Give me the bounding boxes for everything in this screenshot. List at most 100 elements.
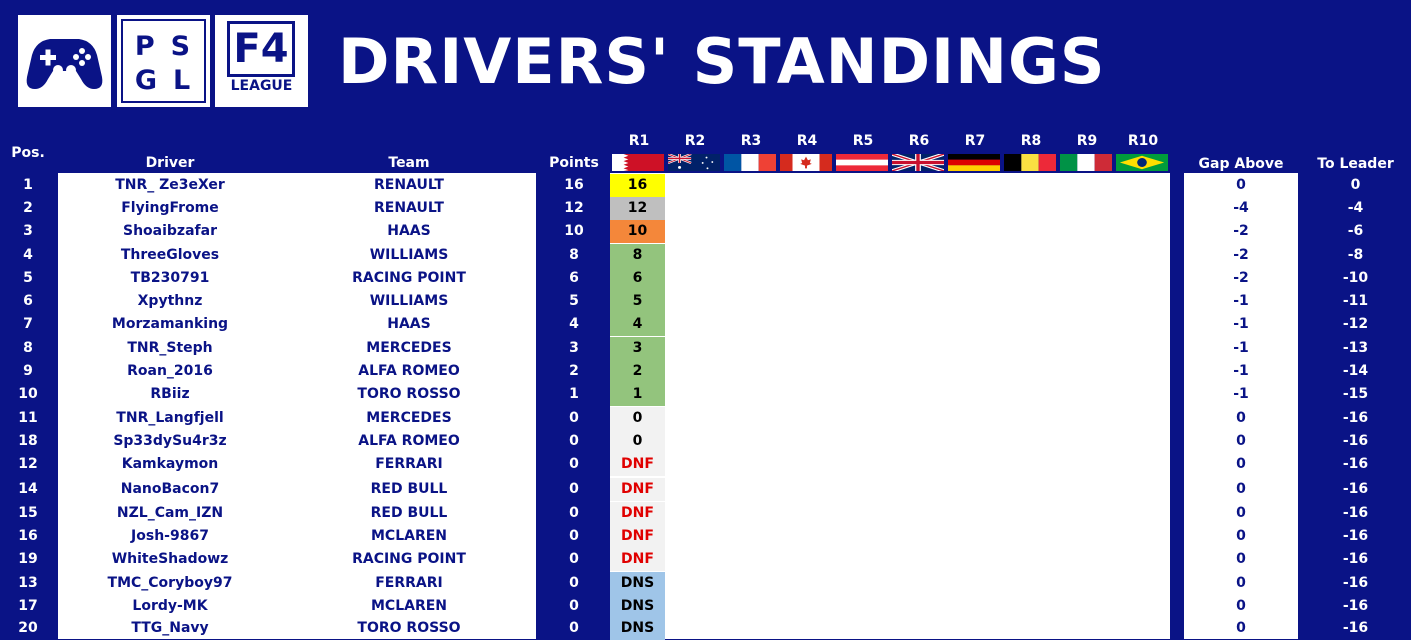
- row-team: RED BULL: [370, 505, 448, 521]
- row-points: 0: [569, 456, 579, 472]
- row-r1-result: DNF: [610, 502, 665, 525]
- row-r1-result: 6: [610, 267, 665, 290]
- germany-flag-icon: [947, 153, 1001, 172]
- row-team: ALFA ROMEO: [358, 433, 460, 449]
- row-points: 3: [569, 340, 579, 356]
- row-points: 16: [564, 177, 584, 193]
- row-gap-above: -1: [1233, 293, 1249, 309]
- psgl-logo: PS GL: [117, 15, 210, 107]
- row-gap-above: 0: [1236, 456, 1246, 472]
- row-driver: WhiteShadowz: [111, 551, 229, 567]
- psgl-logo-line2: GL: [134, 65, 207, 96]
- col-header-to-leader: To Leader: [1317, 156, 1394, 172]
- row-points: 12: [564, 200, 584, 216]
- row-position: 4: [23, 247, 33, 263]
- row-driver: Xpythnz: [137, 293, 203, 309]
- row-driver: TNR_ Ze3eXer: [115, 177, 225, 193]
- row-points: 0: [569, 410, 579, 426]
- row-to-leader: -16: [1342, 410, 1369, 426]
- round-label: R3: [740, 133, 762, 149]
- row-points: 4: [569, 316, 579, 332]
- row-driver: TMC_Coryboy97: [107, 575, 233, 591]
- round-label: R4: [796, 133, 818, 149]
- row-to-leader: -13: [1342, 340, 1369, 356]
- row-r1-result: DNF: [610, 548, 665, 571]
- row-r1-result: 0: [610, 430, 665, 453]
- row-team: FERRARI: [375, 456, 443, 472]
- row-driver: TNR_Langfjell: [116, 410, 224, 426]
- row-driver: Lordy-MK: [132, 598, 208, 614]
- row-position: 16: [18, 528, 38, 544]
- f4-logo-subtext: LEAGUE: [230, 78, 293, 94]
- row-team: RACING POINT: [352, 551, 466, 567]
- col-header-gap-above: Gap Above: [1198, 156, 1284, 172]
- row-gap-above: 0: [1236, 505, 1246, 521]
- row-r1-result: DNS: [610, 617, 665, 640]
- row-team: HAAS: [387, 223, 431, 239]
- france-flag-icon: [723, 153, 777, 172]
- round-label: R1: [628, 133, 650, 149]
- row-position: 3: [23, 223, 33, 239]
- row-position: 9: [23, 363, 33, 379]
- round-label: R7: [964, 133, 986, 149]
- bahrain-flag-icon: [611, 153, 665, 172]
- great-britain-flag-icon: [891, 153, 945, 172]
- f4-league-logo: F4 LEAGUE: [215, 15, 308, 107]
- row-r1-result: DNF: [610, 478, 665, 501]
- round-label: R10: [1127, 133, 1159, 149]
- row-to-leader: -16: [1342, 575, 1369, 591]
- row-points: 2: [569, 363, 579, 379]
- row-driver: Sp33dySu4r3z: [113, 433, 227, 449]
- row-to-leader: -8: [1347, 247, 1364, 263]
- row-team: HAAS: [387, 316, 431, 332]
- canada-flag-icon: [779, 153, 833, 172]
- austria-flag-icon: [835, 153, 889, 172]
- row-team: RED BULL: [370, 481, 448, 497]
- belgium-flag-icon: [1003, 153, 1057, 172]
- row-position: 15: [18, 505, 38, 521]
- row-position: 13: [18, 575, 38, 591]
- col-header-pos: Pos.: [11, 145, 45, 161]
- row-r1-result: 1: [610, 383, 665, 406]
- row-r1-result: DNF: [610, 525, 665, 548]
- row-driver: NZL_Cam_IZN: [116, 505, 224, 521]
- row-to-leader: -15: [1342, 386, 1369, 402]
- row-driver: TTG_Navy: [131, 620, 209, 636]
- row-position: 14: [18, 481, 38, 497]
- row-team: RENAULT: [374, 200, 444, 216]
- row-to-leader: -16: [1342, 481, 1369, 497]
- row-driver: TB230791: [130, 270, 210, 286]
- australia-flag-icon: [667, 153, 721, 172]
- row-team: FERRARI: [375, 575, 443, 591]
- row-gap-above: -1: [1233, 340, 1249, 356]
- row-r1-result: 16: [610, 174, 665, 197]
- row-gap-above: -2: [1233, 270, 1249, 286]
- row-to-leader: -6: [1347, 223, 1364, 239]
- row-gap-above: 0: [1236, 551, 1246, 567]
- row-gap-above: 0: [1236, 481, 1246, 497]
- row-driver: NanoBacon7: [120, 481, 220, 497]
- round-label: R8: [1020, 133, 1042, 149]
- row-gap-above: -1: [1233, 363, 1249, 379]
- row-position: 11: [18, 410, 38, 426]
- row-driver: Josh-9867: [131, 528, 209, 544]
- row-position: 1: [23, 177, 33, 193]
- row-points: 0: [569, 598, 579, 614]
- row-to-leader: -16: [1342, 456, 1369, 472]
- row-to-leader: -10: [1342, 270, 1369, 286]
- row-team: RACING POINT: [352, 270, 466, 286]
- row-r1-result: 10: [610, 220, 665, 243]
- row-to-leader: -16: [1342, 551, 1369, 567]
- row-team: MCLAREN: [370, 528, 448, 544]
- col-header-team: Team: [388, 155, 430, 171]
- row-gap-above: 0: [1236, 177, 1246, 193]
- row-points: 6: [569, 270, 579, 286]
- row-r1-result: DNF: [610, 453, 665, 476]
- row-gap-above: -4: [1233, 200, 1249, 216]
- row-position: 20: [18, 620, 38, 636]
- row-gap-above: 0: [1236, 620, 1246, 636]
- row-gap-above: 0: [1236, 410, 1246, 426]
- row-points: 0: [569, 505, 579, 521]
- row-position: 12: [18, 456, 38, 472]
- round-label: R6: [908, 133, 930, 149]
